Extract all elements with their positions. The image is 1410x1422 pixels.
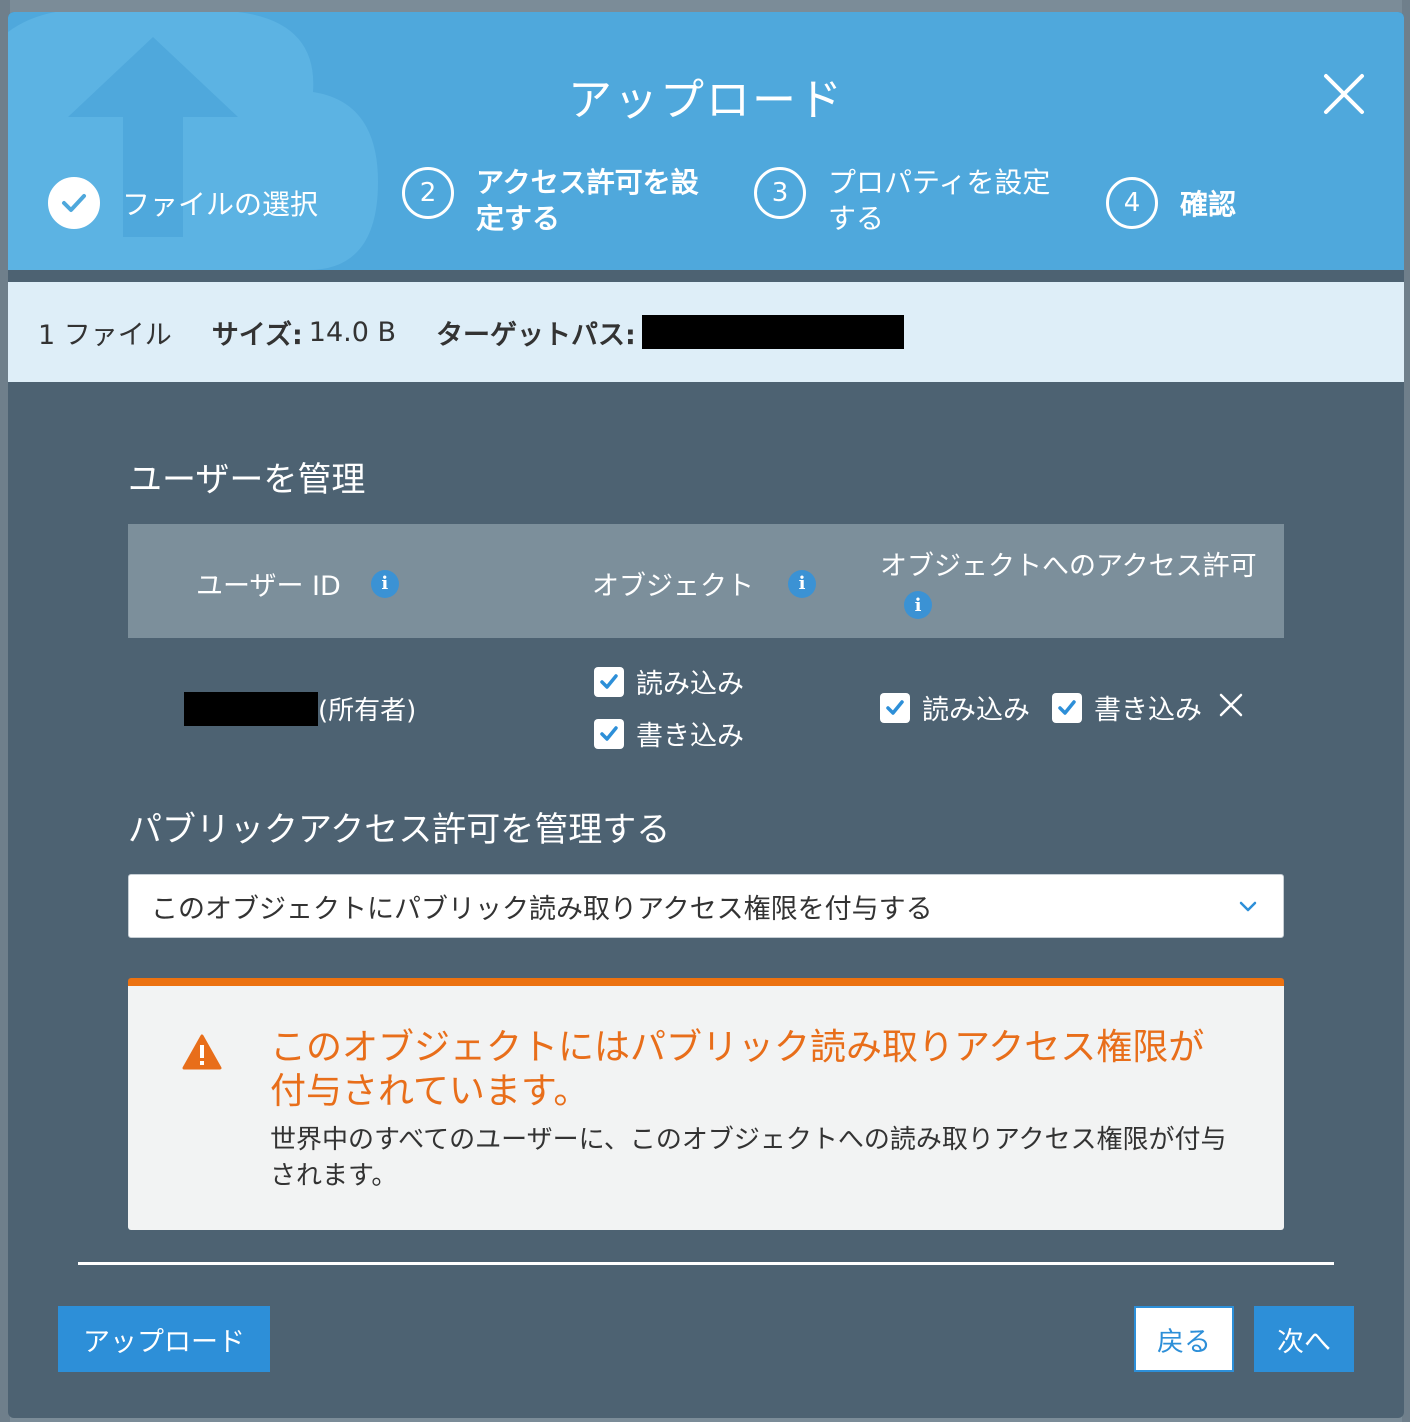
- upload-modal: アップロード ファイルの選択 2 アクセス許可を設 定する 3 プロパティを設定…: [8, 12, 1404, 1418]
- file-count: 1 ファイル: [38, 319, 172, 351]
- close-icon[interactable]: [1320, 70, 1368, 118]
- checkbox-checked-icon: [594, 718, 624, 749]
- checkbox-checked-icon: [1052, 692, 1082, 723]
- wizard-steps: ファイルの選択 2 アクセス許可を設 定する 3 プロパティを設定 する 4 確…: [8, 166, 1404, 257]
- footer-divider: [78, 1262, 1334, 1265]
- permission-write-checkbox[interactable]: 書き込み: [1052, 688, 1202, 727]
- modal-title: アップロード: [568, 75, 844, 126]
- warning-body: 世界中のすべてのユーザーに、このオブジェクトへの読み取りアクセス権限が付与されま…: [270, 1125, 1227, 1191]
- info-icon[interactable]: i: [370, 569, 399, 598]
- public-access-select[interactable]: このオブジェクトにパブリック読み取りアクセス権限を付与する: [128, 874, 1284, 938]
- checkbox-label: 書き込み: [1094, 695, 1202, 726]
- step-label: プロパティを設定 する: [828, 165, 1050, 237]
- selected-option: このオブジェクトにパブリック読み取りアクセス権限を付与する: [151, 893, 933, 925]
- warning-title: このオブジェクトにはパブリック読み取りアクセス権限が付与されています。: [270, 1027, 1205, 1112]
- col-user-id-label: ユーザー ID: [196, 571, 341, 602]
- col-object: オブジェクト i: [592, 564, 816, 603]
- checkbox-label: 書き込み: [636, 721, 744, 752]
- public-access-title: パブリックアクセス許可を管理する: [128, 810, 671, 850]
- checkbox-checked-icon: [880, 692, 910, 723]
- users-table-header: ユーザー ID i オブジェクト i オブジェクトへのアクセス許可 i: [128, 524, 1284, 638]
- checkbox-label: 読み込み: [636, 669, 744, 700]
- col-object-permissions-label: オブジェクトへのアクセス許可: [880, 551, 1257, 582]
- redacted-path: [641, 315, 904, 349]
- step-select-files[interactable]: ファイルの選択: [48, 177, 318, 229]
- file-size: サイズ: 14.0 B: [212, 313, 396, 352]
- col-object-label: オブジェクト: [592, 571, 754, 602]
- user-id-cell: (所有者): [184, 690, 416, 727]
- manage-users-title: ユーザーを管理: [128, 460, 366, 500]
- step-number: 3: [754, 167, 806, 219]
- info-icon[interactable]: i: [904, 591, 932, 619]
- step-set-permissions[interactable]: 2 アクセス許可を設 定する: [402, 165, 699, 237]
- size-label: サイズ:: [211, 319, 303, 351]
- step-label-line2: 定する: [476, 202, 561, 235]
- step-set-properties[interactable]: 3 プロパティを設定 する: [754, 165, 1050, 237]
- step-number: 4: [1106, 177, 1158, 229]
- step-label: 確認: [1180, 188, 1237, 221]
- step-number: 2: [402, 167, 454, 219]
- target-path-label: ターゲットパス:: [436, 319, 636, 351]
- step-label: ファイルの選択: [122, 188, 319, 221]
- step-label-line1: アクセス許可を設: [476, 166, 699, 199]
- next-button[interactable]: 次へ: [1254, 1306, 1354, 1372]
- col-object-permissions: オブジェクトへのアクセス許可 i: [880, 544, 1257, 619]
- object-read-checkbox[interactable]: 読み込み: [594, 662, 744, 701]
- size-value: 14.0 B: [308, 316, 396, 348]
- permission-read-checkbox[interactable]: 読み込み: [880, 688, 1030, 727]
- checkbox-label: 読み込み: [922, 695, 1030, 726]
- redacted-user-id: [184, 691, 318, 726]
- step-label-line1: プロパティを設定: [828, 166, 1051, 199]
- info-icon[interactable]: i: [788, 569, 816, 598]
- modal-header: アップロード ファイルの選択 2 アクセス許可を設 定する 3 プロパティを設定…: [8, 12, 1404, 270]
- owner-label: (所有者): [318, 696, 417, 726]
- step-review[interactable]: 4 確認: [1106, 177, 1236, 229]
- upload-button[interactable]: アップロード: [58, 1306, 270, 1372]
- upload-info-bar: 1 ファイル サイズ: 14.0 B ターゲットパス:: [8, 282, 1404, 382]
- public-access-warning: このオブジェクトにはパブリック読み取りアクセス権限が付与されています。 世界中の…: [128, 978, 1284, 1230]
- col-user-id: ユーザー ID i: [196, 564, 399, 603]
- chevron-down-icon: [1239, 901, 1257, 912]
- object-write-checkbox[interactable]: 書き込み: [594, 714, 744, 753]
- checkbox-checked-icon: [594, 666, 624, 697]
- step-label: アクセス許可を設 定する: [476, 165, 699, 237]
- back-button[interactable]: 戻る: [1134, 1306, 1234, 1372]
- step-label-line2: する: [828, 202, 885, 235]
- checkmark-icon: [48, 177, 100, 229]
- warning-icon: [182, 1034, 222, 1070]
- remove-user-icon[interactable]: [1218, 692, 1244, 718]
- target-path: ターゲットパス:: [436, 313, 904, 352]
